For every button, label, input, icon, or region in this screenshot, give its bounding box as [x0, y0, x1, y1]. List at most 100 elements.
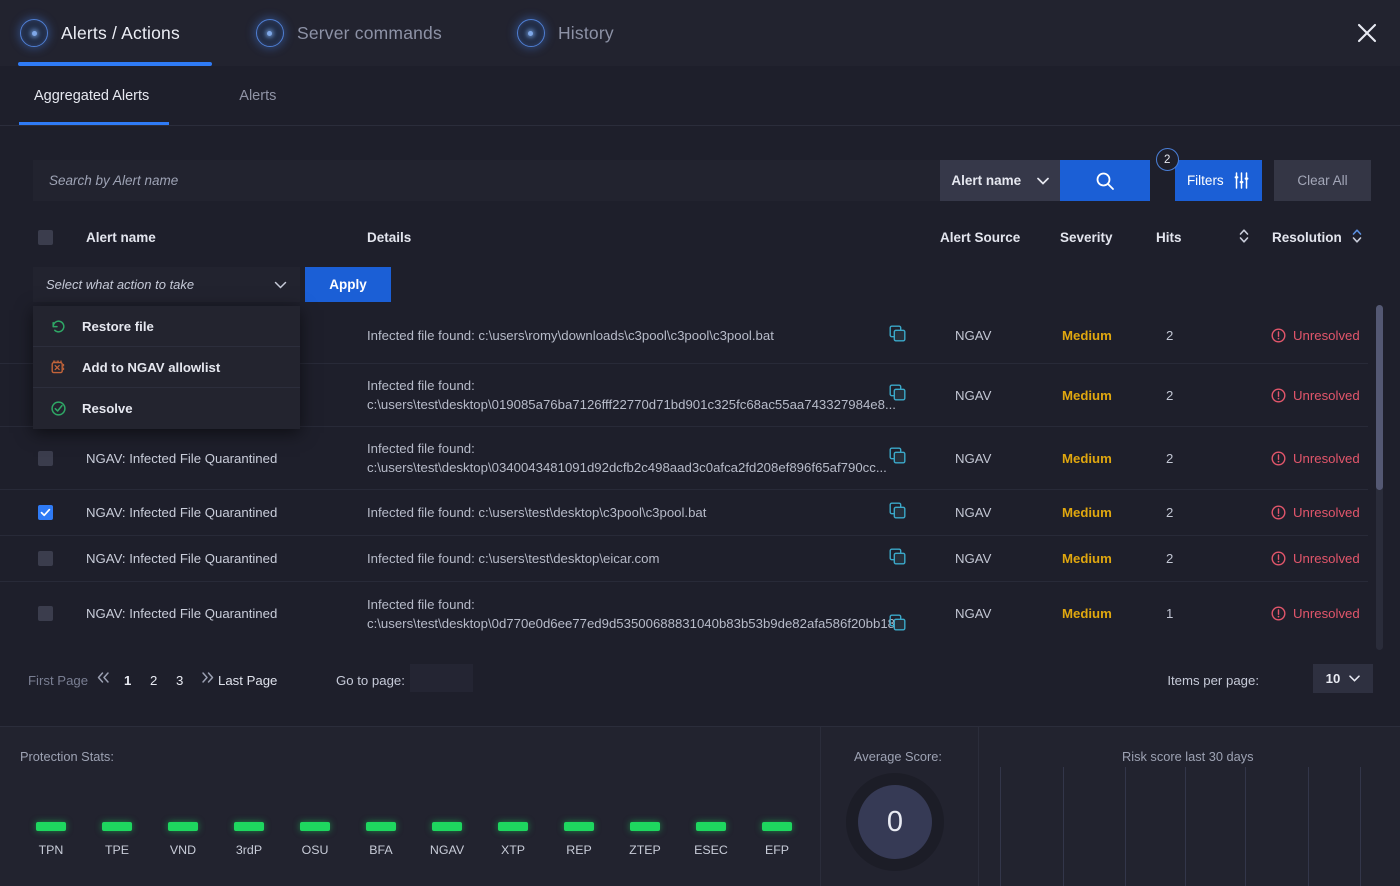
copy-details-button[interactable]: [889, 325, 906, 347]
copy-details-button[interactable]: [889, 502, 906, 524]
cell-alert-source: NGAV: [955, 606, 991, 621]
bulk-action-select[interactable]: Select what action to take: [33, 267, 300, 302]
menu-item-add-to-ngav-allowlist[interactable]: Add to NGAV allowlist: [33, 347, 300, 388]
top-tab-bar: Alerts / Actions Server commands History: [0, 0, 1400, 66]
tab-alerts[interactable]: Alerts: [239, 88, 276, 104]
column-header-alert-source[interactable]: Alert Source: [940, 230, 1020, 245]
cell-alert-source: NGAV: [955, 388, 991, 403]
status-bar-indicator: [696, 822, 726, 831]
protection-stats-label: Protection Stats:: [20, 749, 114, 764]
protection-stat-item[interactable]: OSU: [282, 822, 348, 857]
protection-stat-item[interactable]: 3rdP: [216, 822, 282, 857]
cell-resolution: Unresolved: [1271, 328, 1360, 343]
table-row[interactable]: NGAV: Infected File Quarantined Infected…: [0, 536, 1368, 582]
page-button-2[interactable]: 2: [150, 673, 157, 688]
search-input[interactable]: [33, 160, 940, 201]
cell-resolution: Unresolved: [1271, 606, 1360, 621]
column-header-alert-name[interactable]: Alert name: [86, 230, 156, 245]
items-per-page-value: 10: [1326, 671, 1341, 686]
copy-icon: [889, 384, 906, 401]
copy-details-button[interactable]: [889, 447, 906, 469]
sort-updown-icon: [1238, 227, 1250, 245]
row-checkbox[interactable]: [38, 551, 53, 566]
copy-details-button[interactable]: [889, 548, 906, 570]
tab-history[interactable]: History: [517, 0, 614, 66]
menu-item-resolve[interactable]: Resolve: [33, 388, 300, 429]
menu-item-restore-file[interactable]: Restore file: [33, 306, 300, 347]
copy-details-button[interactable]: [889, 614, 906, 636]
protection-stat-name: 3rdP: [236, 843, 262, 857]
protection-stat-item[interactable]: TPE: [84, 822, 150, 857]
protection-stat-item[interactable]: NGAV: [414, 822, 480, 857]
sort-resolution-button[interactable]: [1351, 227, 1363, 245]
protection-stat-item[interactable]: ZTEP: [612, 822, 678, 857]
last-page-button[interactable]: Last Page: [218, 673, 277, 688]
table-row[interactable]: NGAV: Infected File Quarantined Infected…: [0, 582, 1368, 645]
row-checkbox[interactable]: [38, 505, 53, 520]
status-bar-indicator: [630, 822, 660, 831]
column-header-details[interactable]: Details: [367, 230, 411, 245]
copy-icon: [889, 325, 906, 342]
first-page-button[interactable]: First Page: [28, 673, 88, 688]
items-per-page-select[interactable]: 10: [1313, 664, 1373, 693]
cell-alert-name: NGAV: Infected File Quarantined: [86, 606, 356, 621]
cell-resolution: Unresolved: [1271, 551, 1360, 566]
protection-stat-name: OSU: [302, 843, 329, 857]
column-header-resolution[interactable]: Resolution: [1272, 230, 1342, 245]
column-header-severity[interactable]: Severity: [1060, 230, 1113, 245]
cell-alert-name: NGAV: Infected File Quarantined: [86, 451, 356, 466]
tab-alerts-actions[interactable]: Alerts / Actions: [20, 0, 180, 66]
cell-hits: 1: [1166, 606, 1173, 621]
table-scrollbar[interactable]: [1376, 305, 1383, 650]
close-button[interactable]: [1348, 14, 1386, 52]
menu-item-add-to-ngav-allowlist-label: Add to NGAV allowlist: [82, 360, 220, 375]
table-scrollbar-thumb[interactable]: [1376, 305, 1383, 490]
row-checkbox[interactable]: [38, 451, 53, 466]
table-row[interactable]: NGAV: Infected File Quarantined Infected…: [0, 427, 1368, 490]
alert-circle-icon: [1271, 606, 1286, 621]
copy-icon: [889, 447, 906, 464]
close-icon: [1355, 21, 1379, 45]
bulk-action-placeholder: Select what action to take: [46, 277, 194, 292]
tab-server-commands[interactable]: Server commands: [256, 0, 442, 66]
search-scope-select[interactable]: Alert name: [940, 160, 1060, 201]
sort-hits-button[interactable]: [1238, 227, 1250, 245]
protection-stat-item[interactable]: REP: [546, 822, 612, 857]
cell-alert-source: NGAV: [955, 328, 991, 343]
cell-severity: Medium: [1062, 505, 1112, 520]
protection-stat-item[interactable]: EFP: [744, 822, 810, 857]
filters-button[interactable]: 2 Filters: [1175, 160, 1262, 201]
tab-aggregated-alerts[interactable]: Aggregated Alerts: [34, 88, 149, 104]
tab-history-label: History: [558, 23, 614, 44]
protection-stat-name: XTP: [501, 843, 525, 857]
status-bar-indicator: [498, 822, 528, 831]
previous-page-button[interactable]: [96, 671, 111, 688]
page-button-1[interactable]: 1: [124, 673, 131, 688]
cell-hits: 2: [1166, 505, 1173, 520]
table-row[interactable]: NGAV: Infected File Quarantined Infected…: [0, 490, 1368, 536]
protection-stat-item[interactable]: XTP: [480, 822, 546, 857]
protection-stats-list: TPN TPE VND 3rdP OSU BFA: [18, 822, 810, 857]
copy-details-button[interactable]: [889, 384, 906, 406]
page-button-3[interactable]: 3: [176, 673, 183, 688]
protection-stat-item[interactable]: TPN: [18, 822, 84, 857]
goto-page-input[interactable]: [410, 664, 473, 692]
restore-icon: [50, 318, 67, 335]
column-header-hits[interactable]: Hits: [1156, 230, 1182, 245]
cell-hits: 2: [1166, 328, 1173, 343]
protection-stat-item[interactable]: BFA: [348, 822, 414, 857]
next-page-button[interactable]: [200, 671, 215, 688]
cell-details: Infected file found: c:\users\test\deskt…: [367, 503, 882, 522]
chart-gridline: [1185, 767, 1186, 886]
status-bar-indicator: [762, 822, 792, 831]
search-toolbar: Alert name 2 Filters: [33, 160, 1371, 201]
resolution-status-text: Unresolved: [1293, 551, 1360, 566]
row-checkbox[interactable]: [38, 606, 53, 621]
filters-count-badge: 2: [1156, 148, 1179, 171]
protection-stat-item[interactable]: VND: [150, 822, 216, 857]
apply-button[interactable]: Apply: [305, 267, 391, 302]
protection-stat-item[interactable]: ESEC: [678, 822, 744, 857]
search-button[interactable]: [1060, 160, 1149, 201]
resolution-status-text: Unresolved: [1293, 388, 1360, 403]
clear-all-button[interactable]: Clear All: [1274, 160, 1371, 201]
